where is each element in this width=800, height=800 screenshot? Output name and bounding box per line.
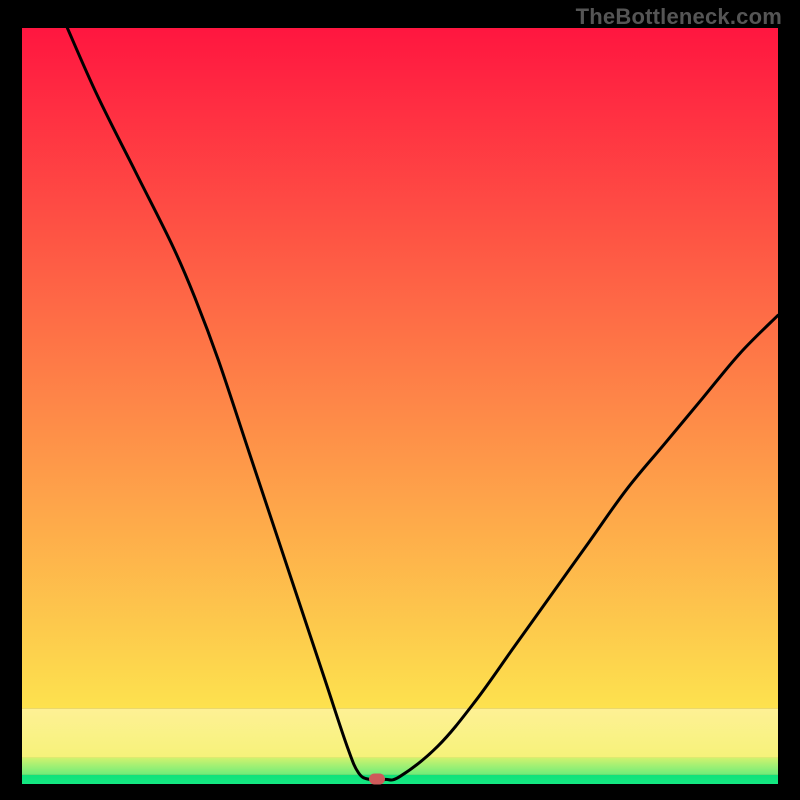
bottleneck-marker [369, 774, 385, 785]
band-paleyellow [22, 708, 778, 757]
chart-svg [22, 28, 778, 784]
band-yellowgreen [22, 758, 778, 775]
watermark-text: TheBottleneck.com [576, 4, 782, 30]
plot-area [22, 28, 778, 784]
chart-frame: TheBottleneck.com [0, 0, 800, 800]
band-gradient [22, 28, 778, 708]
